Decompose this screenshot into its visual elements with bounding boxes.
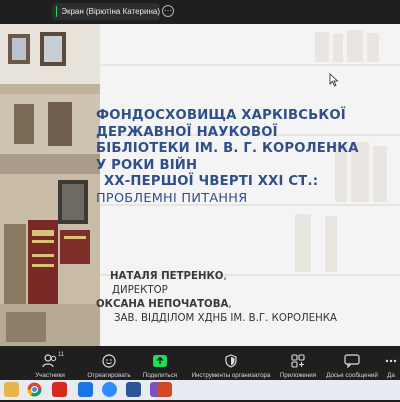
zoom-icon[interactable] [102,382,117,397]
chat-icon [344,352,360,370]
meeting-top-bar: Экран (Вірютіна Катерина) ··· [0,0,400,24]
slide-authors: НАТАЛЯ ПЕТРЕНКО, ДИРЕКТОР ОКСАНА НЕПОЧАТ… [96,270,396,326]
author-2: ОКСАНА НЕПОЧАТОВА, [96,298,396,312]
more-icon [384,352,398,370]
slide-title-line: БІБЛІОТЕКИ ІМ. В. Г. КОРОЛЕНКА [96,141,356,158]
screen-share-label: Экран (Вірютіна Катерина) [61,7,160,16]
shared-slide: ФОНДОСХОВИЩА ХАРКІВСЬКОЇ ДЕРЖАВНОЇ НАУКО… [0,24,400,346]
participants-button[interactable]: Участники 11 [30,346,70,380]
react-label: Отреагировать [87,372,130,379]
slide-title-line: ДЕРЖАВНОЇ НАУКОВОЇ [96,125,356,142]
chrome-icon[interactable] [27,382,42,397]
slide-title-block: ФОНДОСХОВИЩА ХАРКІВСЬКОЇ ДЕРЖАВНОЇ НАУКО… [96,108,356,207]
author-1-role: ДИРЕКТОР [96,284,396,298]
apps-label: Приложения [280,372,316,379]
share-screen-icon [152,352,168,370]
author-1-separator: , [223,271,226,282]
participants-label: Участники [35,372,65,379]
word-icon[interactable] [126,382,141,397]
mouse-cursor-icon [329,73,339,87]
share-label: Поделиться [143,372,177,379]
messages-button[interactable]: Досье сообщений [322,346,382,380]
smiley-icon [102,352,116,370]
host-tools-label: Инструменты организатора [192,372,271,379]
share-screen-button[interactable]: Поделиться [139,346,181,380]
os-taskbar [0,380,400,400]
author-2-role: ЗАВ. ВІДДІЛОМ ХДНБ ІМ. В.Г. КОРОЛЕНКА [96,312,396,326]
slide-title-line: ХХ-ПЕРШОЇ ЧВЕРТІ ХХІ СТ.: [96,174,356,191]
file-manager-icon[interactable] [4,382,19,397]
slide-subtitle: ПРОБЛЕМНІ ПИТАННЯ [96,191,356,208]
shield-icon [224,352,238,370]
library-building-photo [0,24,100,346]
react-button[interactable]: Отреагировать [83,346,135,380]
messages-label: Досье сообщений [326,372,378,379]
participants-count: 11 [58,352,64,358]
meeting-toolbar: Участники 11 Отреагировать Поделиться Ин… [0,346,400,380]
host-tools-button[interactable]: Инструменты организатора [186,346,276,380]
author-2-separator: , [228,299,231,310]
powerpoint-icon[interactable] [157,382,172,397]
author-1-name: НАТАЛЯ ПЕТРЕНКО [110,271,223,282]
mail-icon[interactable] [78,382,93,397]
author-1: НАТАЛЯ ПЕТРЕНКО, [96,270,396,284]
screen-share-indicator[interactable]: Экран (Вірютіна Катерина) [52,3,160,20]
participants-icon [42,352,58,370]
share-options-button[interactable]: ··· [162,5,174,17]
apps-button[interactable]: Приложения [276,346,320,380]
slide-title-line: ФОНДОСХОВИЩА ХАРКІВСЬКОЇ [96,108,356,125]
apps-icon [291,352,305,370]
author-2-name: ОКСАНА НЕПОЧАТОВА [96,299,228,310]
acrobat-icon[interactable] [52,382,67,397]
more-button[interactable]: Да [382,346,400,380]
more-label: Да [387,372,395,379]
slide-title-line: У РОКИ ВІЙН [96,158,356,175]
